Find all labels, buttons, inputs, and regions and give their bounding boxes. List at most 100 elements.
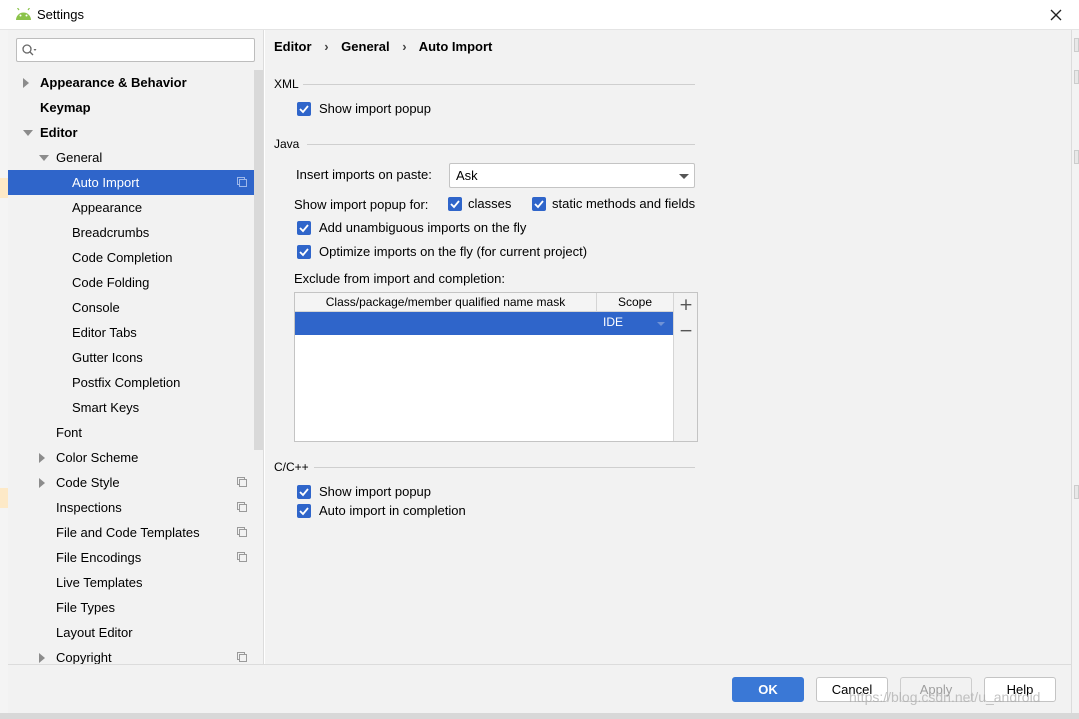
background-marker — [1074, 150, 1079, 164]
sidebar-item-label: File Types — [56, 600, 116, 615]
table-header: Class/package/member qualified name mask… — [295, 293, 673, 312]
search-icon — [22, 44, 37, 56]
sidebar-item-label: Breadcrumbs — [72, 225, 150, 240]
sidebar-item-file-types[interactable]: File Types — [8, 595, 263, 620]
breadcrumb: Editor › General › Auto Import — [274, 39, 501, 54]
chevron-right-icon[interactable] — [39, 478, 45, 488]
chevron-down-icon — [657, 322, 665, 326]
checkbox-checked[interactable] — [297, 504, 311, 518]
chevron-right-icon[interactable] — [39, 453, 45, 463]
project-scope-icon — [237, 177, 247, 187]
sidebar-item-label: Smart Keys — [72, 400, 140, 415]
sidebar-item-code-completion[interactable]: Code Completion — [8, 245, 263, 270]
check-icon — [534, 200, 544, 209]
add-button[interactable]: + — [677, 295, 695, 315]
exclude-label: Exclude from import and completion: — [294, 271, 505, 286]
chevron-right-icon[interactable] — [23, 78, 29, 88]
column-header-mask[interactable]: Class/package/member qualified name mask — [295, 293, 597, 312]
sidebar-item-label: Postfix Completion — [72, 375, 181, 390]
insert-imports-select[interactable]: Ask — [449, 163, 695, 188]
sidebar-item-editor[interactable]: Editor — [8, 120, 263, 145]
sidebar-item-keymap[interactable]: Keymap — [8, 95, 263, 120]
section-divider — [314, 467, 695, 468]
table-row[interactable]: IDE — [295, 312, 673, 335]
sidebar-item-label: General — [56, 150, 103, 165]
sidebar-item-inspections[interactable]: Inspections — [8, 495, 263, 520]
sidebar-item-label: Keymap — [40, 100, 91, 115]
window-title: Settings — [37, 7, 84, 22]
settings-content: Editor › General › Auto Import XML Show … — [265, 30, 1071, 664]
project-scope-icon — [237, 527, 247, 537]
watermark: https://blog.csdn.net/u_android — [849, 689, 1041, 705]
sidebar-item-general[interactable]: General — [8, 145, 263, 170]
sidebar-item-label: Copyright — [56, 650, 112, 664]
sidebar-item-file-encodings[interactable]: File Encodings — [8, 545, 263, 570]
sidebar-item-label: Gutter Icons — [72, 350, 143, 365]
scope-cell[interactable]: IDE — [603, 315, 623, 329]
breadcrumb-separator: › — [324, 39, 329, 54]
checkbox-label: Show import popup — [319, 101, 432, 116]
sidebar-item-label: Color Scheme — [56, 450, 139, 465]
sidebar-item-layout-editor[interactable]: Layout Editor — [8, 620, 263, 645]
check-icon — [299, 507, 309, 516]
checkbox-label: Optimize imports on the fly (for current… — [319, 244, 588, 259]
search-input[interactable] — [16, 38, 255, 62]
checkbox-checked[interactable] — [297, 485, 311, 499]
chevron-down-icon[interactable] — [23, 130, 33, 136]
sidebar-item-file-and-code-templates[interactable]: File and Code Templates — [8, 520, 263, 545]
sidebar-item-appearance-behavior[interactable]: Appearance & Behavior — [8, 70, 263, 95]
checkbox-label: Auto import in completion — [319, 503, 466, 518]
sidebar-item-auto-import[interactable]: Auto Import — [8, 170, 263, 195]
column-header-scope[interactable]: Scope — [597, 293, 673, 312]
sidebar-item-label: Layout Editor — [56, 625, 133, 640]
checkbox-label: Add unambiguous imports on the fly — [319, 220, 527, 235]
section-divider — [303, 84, 695, 85]
sidebar-item-font[interactable]: Font — [8, 420, 263, 445]
sidebar-item-label: Code Style — [56, 475, 120, 490]
table-toolbar: + − — [673, 293, 697, 441]
check-icon — [299, 105, 309, 114]
sidebar-item-color-scheme[interactable]: Color Scheme — [8, 445, 263, 470]
sidebar-item-postfix-completion[interactable]: Postfix Completion — [8, 370, 263, 395]
sidebar-item-console[interactable]: Console — [8, 295, 263, 320]
sidebar-item-appearance[interactable]: Appearance — [8, 195, 263, 220]
sidebar-item-code-style[interactable]: Code Style — [8, 470, 263, 495]
sidebar-item-live-templates[interactable]: Live Templates — [8, 570, 263, 595]
title-bar: Settings — [0, 0, 1079, 30]
remove-button[interactable]: − — [677, 321, 695, 341]
check-icon — [299, 488, 309, 497]
select-value: Ask — [456, 168, 478, 183]
checkbox-checked[interactable] — [297, 221, 311, 235]
project-scope-icon — [237, 552, 247, 562]
exclude-table: Class/package/member qualified name mask… — [294, 292, 698, 442]
background-marker — [1074, 38, 1079, 52]
sidebar-item-label: Appearance & Behavior — [40, 75, 187, 90]
sidebar-item-breadcrumbs[interactable]: Breadcrumbs — [8, 220, 263, 245]
breadcrumb-item: Editor — [274, 39, 312, 54]
checkbox-checked[interactable] — [297, 245, 311, 259]
check-icon — [299, 248, 309, 257]
checkbox-label: classes — [468, 196, 512, 211]
checkbox-checked[interactable] — [448, 197, 462, 211]
sidebar-item-label: Code Folding — [72, 275, 150, 290]
chevron-down-icon[interactable] — [39, 155, 49, 161]
sidebar-item-smart-keys[interactable]: Smart Keys — [8, 395, 263, 420]
sidebar-item-label: Auto Import — [72, 175, 140, 190]
chevron-right-icon[interactable] — [39, 653, 45, 663]
checkbox-checked[interactable] — [297, 102, 311, 116]
sidebar-scrollbar[interactable] — [254, 70, 263, 450]
sidebar-item-label: File and Code Templates — [56, 525, 200, 540]
section-cpp-title: C/C++ — [274, 460, 309, 474]
settings-dialog: Settings Appearance & Behavior Keymap Edit… — [0, 0, 1079, 713]
check-icon — [450, 200, 460, 209]
sidebar-item-copyright[interactable]: Copyright — [8, 645, 263, 664]
sidebar-item-code-folding[interactable]: Code Folding — [8, 270, 263, 295]
sidebar-item-gutter-icons[interactable]: Gutter Icons — [8, 345, 263, 370]
settings-sidebar: Appearance & Behavior Keymap Editor General… — [8, 30, 264, 664]
checkbox-checked[interactable] — [532, 197, 546, 211]
close-button[interactable] — [1040, 0, 1072, 30]
sidebar-item-editor-tabs[interactable]: Editor Tabs — [8, 320, 263, 345]
sidebar-item-label: File Encodings — [56, 550, 142, 565]
sidebar-item-label: Inspections — [56, 500, 122, 515]
ok-button[interactable]: OK — [732, 677, 804, 702]
